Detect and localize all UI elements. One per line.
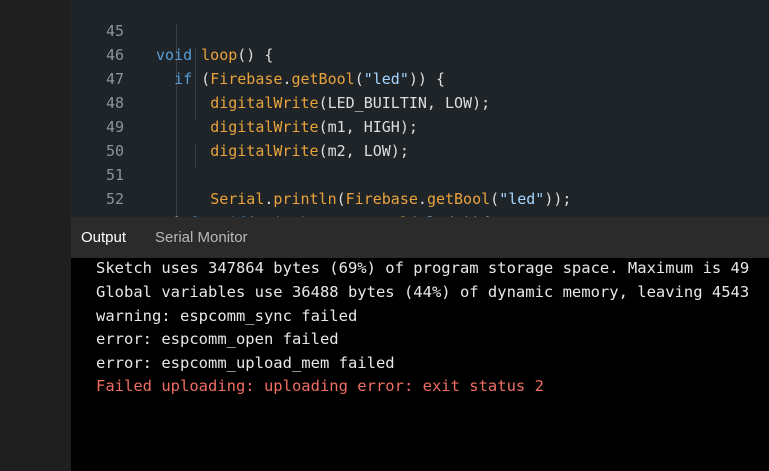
output-line: error: espcomm_open failed [96, 330, 339, 348]
tab-output[interactable]: Output [81, 217, 126, 258]
output-line: warning: espcomm_sync failed [96, 307, 358, 325]
code-text: digitalWrite(m1, HIGH); [210, 118, 418, 136]
code-line: 53 digitalWrite(LED_BUILTIN, HIGH); [71, 187, 124, 217]
code-text: void loop() { [156, 46, 274, 64]
code-line: 47 digitalWrite(LED_BUILTIN, LOW); [71, 43, 490, 112]
output-line: Sketch uses 347864 bytes (69%) of progra… [96, 259, 750, 277]
code-line: 46 if (Firebase.getBool("led")) { [71, 19, 445, 88]
bottom-panel-tabs: Output Serial Monitor [71, 217, 769, 258]
tab-serial-monitor[interactable]: Serial Monitor [155, 217, 248, 258]
code-editor[interactable]: 45 void loop() { 46 if (Firebase.getBool… [71, 0, 769, 217]
output-line: Global variables use 36488 bytes (44%) o… [96, 283, 750, 301]
output-console[interactable]: Sketch uses 347864 bytes (69%) of progra… [71, 258, 769, 471]
code-text: Serial.println(Firebase.getBool("led")); [210, 190, 572, 208]
code-line: 48 digitalWrite(m1, HIGH); [71, 67, 418, 136]
code-line: 51 Serial.println(Firebase.getBool("led"… [71, 139, 572, 208]
output-error-line: Failed uploading: uploading error: exit … [96, 377, 544, 395]
left-sidebar-strip [0, 0, 71, 471]
code-line: 45 void loop() { [71, 0, 273, 64]
output-line: error: espcomm_upload_mem failed [96, 354, 395, 372]
code-line: 50 [71, 115, 124, 160]
code-text: digitalWrite(m2, LOW); [210, 142, 409, 160]
code-text: digitalWrite(LED_BUILTIN, LOW); [210, 94, 491, 112]
code-line: 49 digitalWrite(m2, LOW); [71, 91, 409, 160]
code-line: 52 }else if(!Firebase.getBool("led")){ [71, 163, 490, 217]
code-text: if (Firebase.getBool("led")) { [174, 70, 445, 88]
